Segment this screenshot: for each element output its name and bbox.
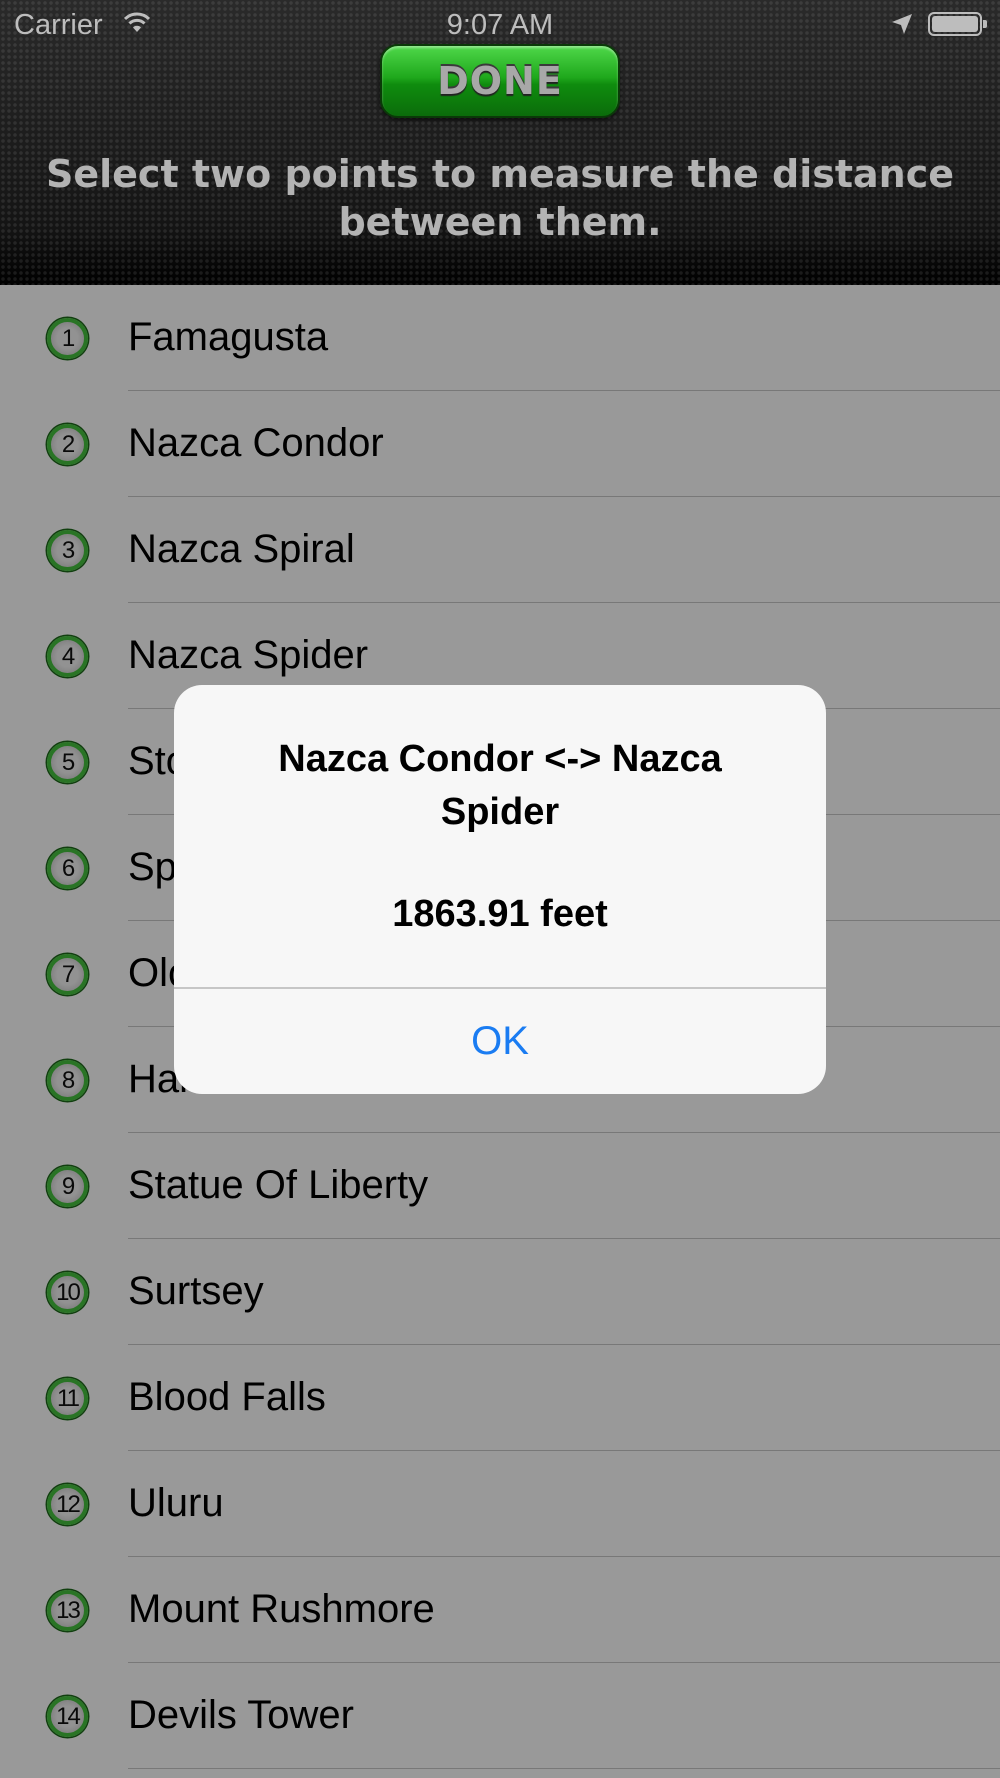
distance-alert: Nazca Condor <-> Nazca Spider 1863.91 fe… bbox=[174, 685, 826, 1094]
status-bar: Carrier 9:07 AM bbox=[0, 0, 1000, 48]
alert-message: 1863.91 feet bbox=[392, 893, 608, 935]
instructions-text: Select two points to measure the distanc… bbox=[45, 152, 954, 244]
alert-title: Nazca Condor <-> Nazca Spider bbox=[278, 738, 722, 833]
battery-icon bbox=[928, 12, 987, 36]
ok-button[interactable]: OK bbox=[174, 989, 826, 1094]
status-time: 9:07 AM bbox=[446, 9, 554, 41]
location-arrow-icon bbox=[892, 14, 912, 34]
done-button[interactable]: DONE bbox=[380, 44, 620, 118]
